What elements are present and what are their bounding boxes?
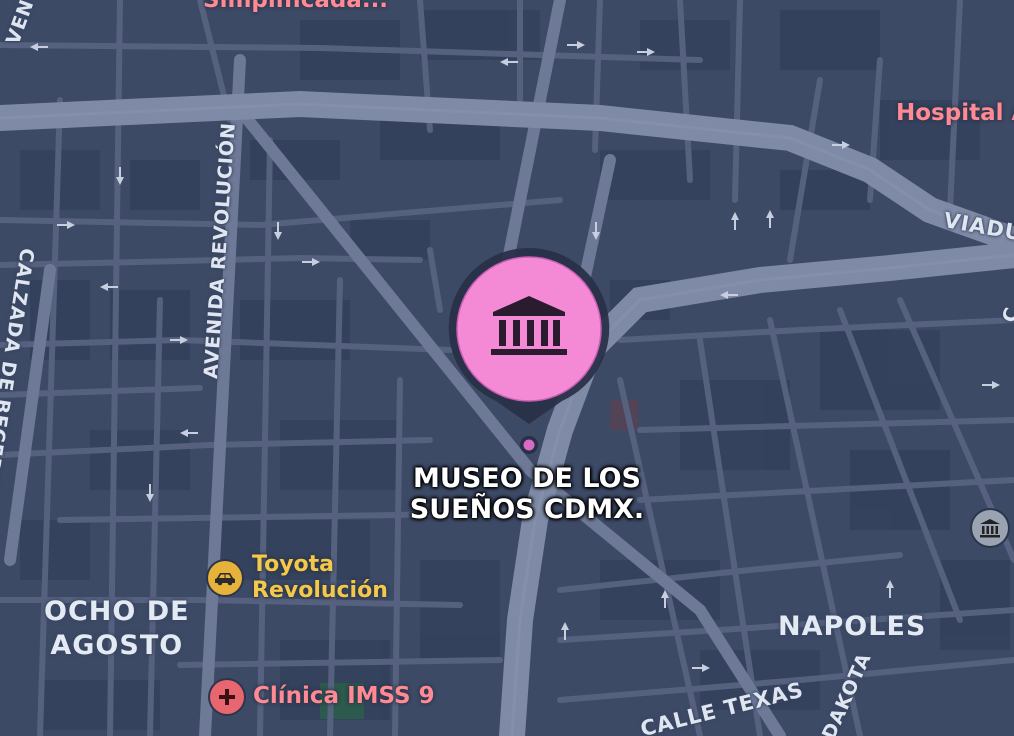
museo-de-los-suenos-label[interactable]: MUSEO DE LOS SUEÑOS CDMX. <box>396 463 658 525</box>
hospital-label[interactable]: Hospital A <box>896 100 1014 126</box>
museum-selected-pin[interactable] <box>446 246 612 456</box>
museum-label-line1: MUSEO DE LOS <box>413 463 641 494</box>
toyota-label-line2: Revolución <box>252 578 388 603</box>
simplificada-label: Simplificada... <box>203 0 389 13</box>
toyota-label-line1: Toyota <box>252 552 335 577</box>
car-icon <box>215 573 235 586</box>
medical-cross-icon <box>219 689 235 705</box>
museum-building-icon <box>491 296 567 355</box>
clinica-imss-label[interactable]: Clínica IMSS 9 <box>253 683 435 709</box>
museum-label-line2: SUEÑOS CDMX. <box>409 494 645 525</box>
ocho-de-agosto-area-label: OCHO DE AGOSTO <box>44 595 190 663</box>
museum-building-icon <box>980 519 1000 538</box>
right-museum-poi[interactable] <box>972 510 1008 546</box>
toyota-car-poi[interactable] <box>208 561 242 595</box>
clinica-medical-poi[interactable] <box>210 680 244 714</box>
toyota-revolucion-label[interactable]: Toyota Revolución <box>252 552 388 604</box>
napoles-area-label: NAPOLES <box>778 611 927 642</box>
ocho-de-agosto-line1: OCHO DE <box>44 596 190 627</box>
ocho-de-agosto-line2: AGOSTO <box>50 630 184 661</box>
map-view[interactable]: Simplificada... Hospital A VIADU AVENIDA… <box>0 0 1014 736</box>
